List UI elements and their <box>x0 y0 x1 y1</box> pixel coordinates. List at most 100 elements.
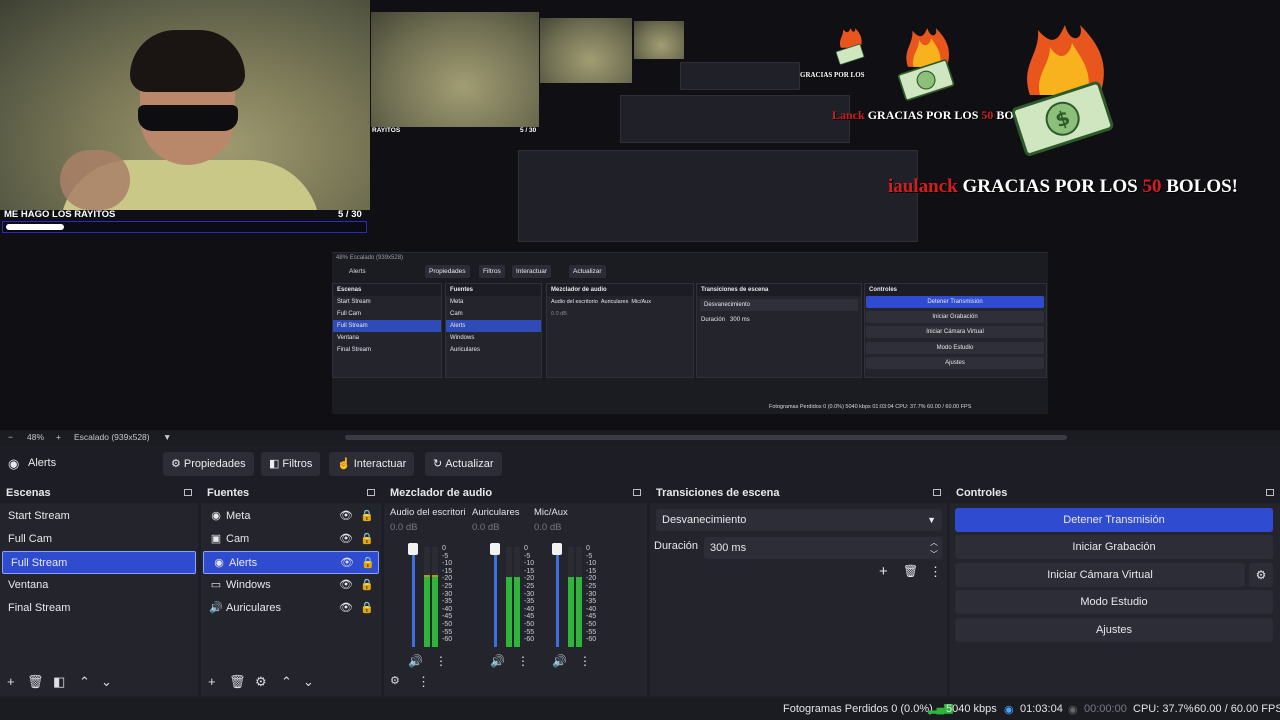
source-item[interactable]: ◉ Meta 👁 🔒 <box>201 505 381 528</box>
lock-icon[interactable]: 🔒 <box>361 552 375 575</box>
refresh-button[interactable]: ↻ Actualizar <box>425 452 502 476</box>
nested-obs-capture: 48% Escalado (939x528) Alerts Propiedade… <box>332 252 1048 414</box>
source-item-selected[interactable]: ◉ Alerts 👁 🔒 <box>203 551 379 574</box>
eye-icon[interactable]: 👁 <box>340 552 354 575</box>
undock-icon[interactable] <box>633 489 641 496</box>
zoom-in-button[interactable]: + <box>56 432 61 442</box>
duration-input[interactable]: 300 ms ︿ ﹀ <box>704 537 942 559</box>
transition-select[interactable]: Desvanecimiento ▼ <box>656 509 942 531</box>
scene-item-selected[interactable]: Full Stream <box>2 551 196 574</box>
channel-name: Audio del escritoric <box>390 507 465 518</box>
spin-down-icon[interactable]: ﹀ <box>930 544 938 566</box>
db-tick-label: -25 <box>524 582 535 590</box>
scene-item[interactable]: Start Stream <box>0 505 198 528</box>
properties-button[interactable]: ⚙ Propiedades <box>163 452 254 476</box>
filters-button[interactable]: ◧ Filtros <box>261 452 321 476</box>
advanced-audio-icon[interactable]: ⚙ <box>390 674 400 687</box>
eye-icon[interactable]: 👁 <box>339 528 353 551</box>
add-transition-icon[interactable]: + <box>879 563 888 580</box>
volume-slider-knob[interactable] <box>552 543 562 555</box>
move-up-icon[interactable]: ⌃ <box>281 674 292 690</box>
lock-icon[interactable]: 🔒 <box>360 528 374 551</box>
eye-icon[interactable]: 👁 <box>339 597 353 620</box>
trash-icon[interactable]: 🗑 <box>27 674 44 690</box>
stop-stream-button[interactable]: Detener Transmisión <box>955 508 1273 532</box>
studio-mode-button[interactable]: Modo Estudio <box>955 590 1273 614</box>
trash-icon[interactable]: 🗑 <box>229 674 246 690</box>
volume-slider-knob[interactable] <box>490 543 500 555</box>
nested-sources-dock: Fuentes Meta Cam Alerts Windows Auricula… <box>445 283 542 378</box>
lock-icon[interactable]: 🔒 <box>360 597 374 620</box>
donation-alert-echo-small: GRACIAS POR LOS <box>800 71 865 79</box>
scale-label: Escalado (939x528) <box>74 432 150 442</box>
speaker-icon[interactable]: 🔊 <box>552 654 567 668</box>
flaming-money-icon-small <box>897 28 955 101</box>
move-down-icon[interactable]: ⌄ <box>303 674 314 690</box>
webcam-feed <box>0 0 370 210</box>
globe-icon: ◉ <box>8 456 20 471</box>
scene-item[interactable]: Ventana <box>0 574 198 597</box>
add-icon[interactable]: + <box>208 674 216 689</box>
lock-icon[interactable]: 🔒 <box>360 574 374 597</box>
controls-dock: Controles Detener Transmisión Iniciar Gr… <box>950 483 1280 696</box>
move-up-icon[interactable]: ⌃ <box>79 674 90 690</box>
gear-icon[interactable]: ⚙ <box>255 674 267 690</box>
refresh-icon: ↻ <box>433 458 443 470</box>
move-down-icon[interactable]: ⌄ <box>101 674 112 690</box>
zoom-out-button[interactable]: − <box>8 432 13 442</box>
source-toolbar: ◉ Alerts ⚙ Propiedades ◧ Filtros ☝ Interact… <box>0 447 1280 481</box>
scene-item[interactable]: Final Stream <box>0 597 198 620</box>
program-preview[interactable]: ME HAGO LOS RAYITOS 5 / 30 RAYITOS 5 / 3… <box>0 0 1280 430</box>
db-tick-label: -55 <box>524 628 535 636</box>
interact-button[interactable]: ☝ Interactuar <box>329 452 415 476</box>
scene-item[interactable]: Full Cam <box>0 528 198 551</box>
goal-caption: ME HAGO LOS RAYITOS <box>4 209 116 220</box>
source-item[interactable]: 🔊 Auriculares 👁 🔒 <box>201 597 381 620</box>
db-tick-label: -60 <box>442 636 453 644</box>
speaker-icon[interactable]: 🔊 <box>490 654 505 668</box>
lock-icon[interactable]: 🔒 <box>360 505 374 528</box>
mixer-channel: Audio del escritoric 0.0 dB 0 -5 -10 -15 -20 -2… <box>390 507 465 672</box>
eye-icon[interactable]: 👁 <box>339 505 353 528</box>
db-tick-label: -5 <box>442 552 449 560</box>
audio-mixer-dock: Mezclador de audio Audio del escritoric 0… <box>384 483 647 696</box>
add-icon[interactable]: + <box>7 674 15 689</box>
undock-icon[interactable] <box>933 489 941 496</box>
filter-icon[interactable]: ◧ <box>53 674 65 690</box>
more-options-icon[interactable]: ⋮ <box>579 654 591 668</box>
chevron-down-icon: ▼ <box>927 515 936 525</box>
nested-properties-button: Propiedades <box>425 265 470 278</box>
volume-slider-knob[interactable] <box>408 543 418 555</box>
nested-goal-caption: RAYITOS <box>372 127 401 134</box>
speaker-icon[interactable]: 🔊 <box>408 654 423 668</box>
db-tick-label: 0 <box>442 545 446 552</box>
preview-horizontal-scrollbar[interactable] <box>345 435 1067 440</box>
more-options-icon[interactable]: ⋮ <box>929 564 942 580</box>
source-item[interactable]: ▭ Windows 👁 🔒 <box>201 574 381 597</box>
nested-webcam-feed <box>371 12 539 127</box>
settings-button[interactable]: Ajustes <box>955 618 1273 642</box>
source-item[interactable]: ▣ Cam 👁 🔒 <box>201 528 381 551</box>
start-virtual-camera-button[interactable]: Iniciar Cámara Virtual <box>955 563 1245 587</box>
virtual-camera-settings-icon[interactable]: ⚙ <box>1249 563 1273 587</box>
volume-slider[interactable] <box>494 547 497 647</box>
more-options-icon[interactable]: ⋮ <box>517 654 529 668</box>
trash-icon[interactable]: 🗑 <box>903 564 918 578</box>
record-icon: ◉ <box>1068 704 1078 716</box>
flaming-money-icon: $ <box>1011 25 1114 156</box>
flaming-money-icon-tiny <box>835 28 865 65</box>
volume-slider[interactable] <box>412 547 415 647</box>
start-recording-button[interactable]: Iniciar Grabación <box>955 535 1273 559</box>
db-tick-label: -50 <box>586 620 597 628</box>
scale-dropdown-icon[interactable]: ▼ <box>163 432 171 442</box>
nested-zoom: 48% <box>336 255 349 261</box>
more-options-icon[interactable]: ⋮ <box>417 674 430 690</box>
undock-icon[interactable] <box>1266 489 1274 496</box>
undock-icon[interactable] <box>184 489 192 496</box>
undock-icon[interactable] <box>367 489 375 496</box>
nested-mixer-dock: Mezclador de audio Audio del escritorio … <box>546 283 694 378</box>
nested-obs-window <box>518 150 918 242</box>
more-options-icon[interactable]: ⋮ <box>435 654 447 668</box>
volume-slider[interactable] <box>556 547 559 647</box>
eye-icon[interactable]: 👁 <box>339 574 353 597</box>
